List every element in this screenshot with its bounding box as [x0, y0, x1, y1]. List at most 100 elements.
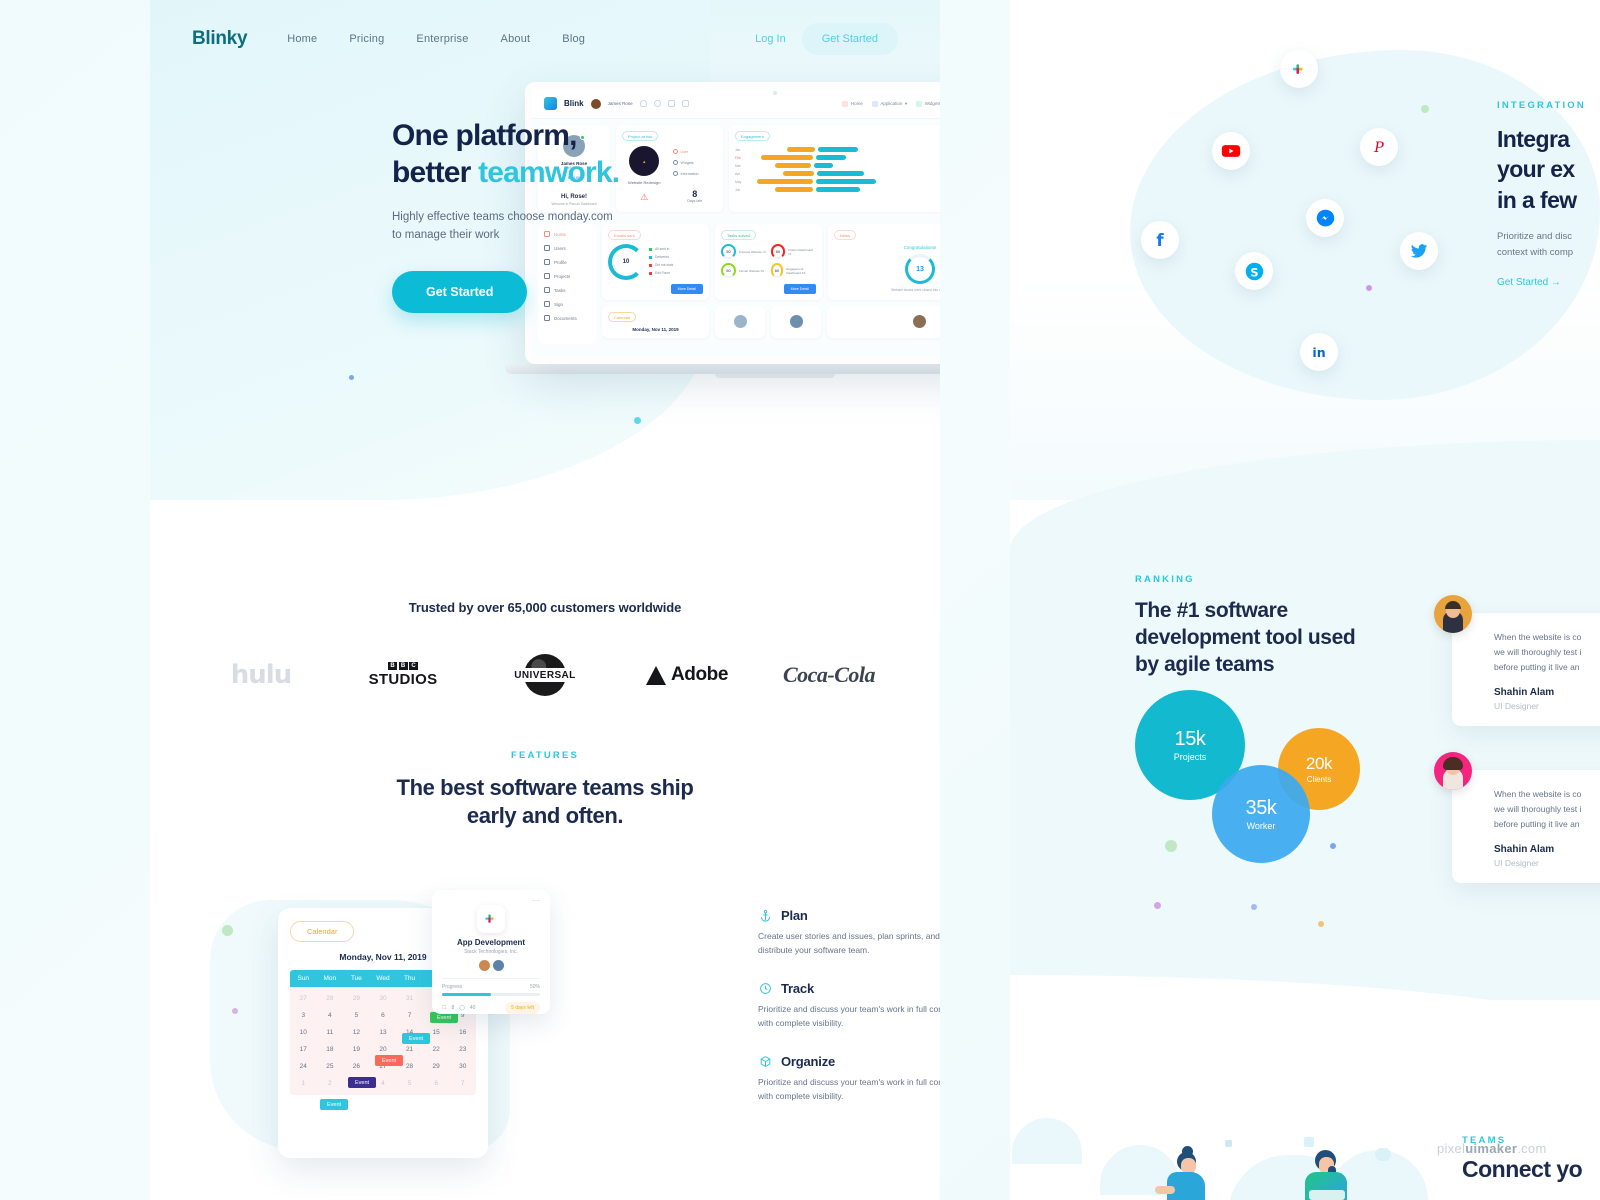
- dashboard-nav-application[interactable]: Application ▾: [871, 100, 907, 107]
- dashboard-sidebar-documents[interactable]: Documents: [544, 315, 590, 321]
- login-link[interactable]: Log In: [745, 27, 796, 51]
- calendar-day[interactable]: 5: [343, 1007, 370, 1024]
- dashboard-user-card-2: [771, 306, 821, 338]
- attachment-icon: ◯: [459, 1004, 465, 1011]
- dashboard-avatar: [590, 98, 601, 109]
- calendar-weekday: Mon: [323, 975, 337, 982]
- anchor-icon: [758, 909, 772, 923]
- integration-heading-line3: in a few: [1497, 186, 1577, 213]
- calendar-day[interactable]: 13: [370, 1024, 397, 1041]
- tasks-more-detail-button[interactable]: More Detail: [783, 284, 816, 294]
- chat-icon[interactable]: [667, 100, 675, 107]
- calendar-day[interactable]: 29: [343, 990, 370, 1007]
- skype-icon[interactable]: S: [1235, 252, 1273, 290]
- list-icon[interactable]: [681, 100, 689, 107]
- app-card-title: App Development: [456, 938, 525, 947]
- hero-get-started-button[interactable]: Get Started: [392, 270, 528, 313]
- app-card-avatars: [442, 960, 540, 971]
- stat-bubble-label: Projects: [1173, 752, 1207, 762]
- calendar-day[interactable]: 29: [423, 1058, 450, 1075]
- calendar-day[interactable]: 19: [343, 1041, 370, 1058]
- get-started-nav-button[interactable]: Get Started: [801, 23, 898, 55]
- calendar-weekday: Thu: [403, 975, 416, 982]
- nav-link-pricing[interactable]: Pricing: [349, 33, 384, 45]
- calendar-day[interactable]: 31: [396, 990, 423, 1007]
- calendar-day[interactable]: 30: [449, 1058, 476, 1075]
- calendar-week-row: 10 11 12 13 14 15 16: [290, 1024, 476, 1041]
- calendar-day[interactable]: 3: [290, 1007, 317, 1024]
- nav-actions: Log In Get Started: [745, 23, 898, 55]
- youtube-icon[interactable]: [1212, 132, 1250, 170]
- calendar-day[interactable]: 2: [317, 1075, 344, 1092]
- calendar-event[interactable]: Event: [402, 1033, 431, 1044]
- trusted-section: Trusted by over 65,000 customers worldwi…: [150, 600, 940, 697]
- dashboard-calendar-tag: Calendar: [608, 312, 637, 322]
- calendar-day[interactable]: 4: [317, 1007, 344, 1024]
- app-card-footer: ☐ 8 ◯ 40 5 days left: [442, 1001, 540, 1014]
- bell-icon[interactable]: [639, 100, 647, 107]
- svg-text:f: f: [1156, 231, 1164, 250]
- testimonial-author: Shahin Alam: [1494, 686, 1555, 698]
- integration-desc-line2: context with comp: [1497, 246, 1574, 258]
- calendar-weekday: Sun: [297, 975, 310, 982]
- calendar-day[interactable]: 16: [449, 1024, 476, 1041]
- twitter-icon[interactable]: [1400, 232, 1438, 270]
- dashboard-nav-home[interactable]: Home: [842, 100, 863, 107]
- hero-text-block: One platform, better teamwork. Highly ef…: [392, 118, 722, 313]
- calendar-pill[interactable]: Calendar: [290, 921, 355, 942]
- calendar-day[interactable]: 18: [317, 1041, 344, 1058]
- nav-link-about[interactable]: About: [501, 33, 531, 45]
- calendar-day[interactable]: 6: [423, 1075, 450, 1092]
- facebook-icon[interactable]: f: [1141, 221, 1179, 259]
- ranking-heading: The #1 software development tool used by…: [1135, 597, 1375, 678]
- calendar-day[interactable]: 10: [290, 1024, 317, 1041]
- linkedin-icon[interactable]: in: [1300, 333, 1338, 371]
- stat-bubble-label: Clients: [1306, 775, 1332, 784]
- messenger-icon[interactable]: [1306, 199, 1344, 237]
- pinterest-icon[interactable]: P: [1360, 128, 1398, 166]
- calendar-day[interactable]: 7: [396, 1007, 423, 1024]
- nav-link-blog[interactable]: Blog: [562, 33, 585, 45]
- calendar-day[interactable]: 30: [370, 990, 397, 1007]
- svg-text:in: in: [1312, 345, 1325, 360]
- feature-title: Track: [781, 981, 814, 997]
- nav-link-enterprise[interactable]: Enterprise: [416, 33, 468, 45]
- hero-title-line1: One platform,: [392, 119, 577, 152]
- calendar-day[interactable]: 11: [317, 1024, 344, 1041]
- calendar-day[interactable]: 23: [449, 1041, 476, 1058]
- calendar-day[interactable]: 27: [290, 990, 317, 1007]
- integration-get-started-link[interactable]: Get Started →: [1497, 277, 1600, 288]
- stat-bubble-value: 20k: [1305, 754, 1333, 773]
- avatar: [1434, 752, 1472, 790]
- more-options-icon[interactable]: ⋯: [442, 897, 540, 905]
- calendar-day[interactable]: 7: [449, 1075, 476, 1092]
- avatar: [478, 960, 490, 971]
- calendar-day[interactable]: 24: [290, 1058, 317, 1075]
- testimonial-card-2: When the website is co we will thoroughl…: [1434, 752, 1600, 883]
- search-icon[interactable]: [653, 100, 661, 107]
- calendar-weekday: Wed: [376, 975, 390, 982]
- clock-icon: [758, 982, 772, 996]
- dashboard-topbar: Blink James Rose Home Application ▾ Widge…: [532, 89, 940, 119]
- calendar-day[interactable]: 5: [396, 1075, 423, 1092]
- calendar-day[interactable]: 12: [343, 1024, 370, 1041]
- feature-description: Create user stories and issues, plan spr…: [758, 931, 940, 955]
- calendar-day[interactable]: 17: [290, 1041, 317, 1058]
- calendar-day[interactable]: 6: [370, 1007, 397, 1024]
- calendar-day[interactable]: 28: [317, 990, 344, 1007]
- dashboard-nav-widgets[interactable]: Widgets: [916, 100, 940, 107]
- chat-bubble-decoration: [1375, 1148, 1391, 1161]
- brand-logo[interactable]: Blinky: [192, 28, 248, 50]
- calendar-event[interactable]: Event: [375, 1055, 404, 1066]
- feature-item-track: Track Prioritize and discuss your team's…: [758, 981, 940, 1030]
- slack-icon[interactable]: [1280, 50, 1318, 88]
- hero-subtitle: Highly effective teams choose monday.com…: [392, 211, 613, 241]
- integration-kicker: INTEGRATION: [1497, 100, 1586, 111]
- calendar-day[interactable]: 1: [290, 1075, 317, 1092]
- calendar-day[interactable]: 26: [343, 1058, 370, 1075]
- ranking-text-block: RANKING The #1 software development tool…: [1135, 574, 1375, 678]
- nav-link-home[interactable]: Home: [287, 33, 317, 45]
- calendar-event[interactable]: Event: [348, 1077, 377, 1088]
- calendar-day[interactable]: 25: [317, 1058, 344, 1075]
- calendar-event[interactable]: Event: [320, 1099, 349, 1110]
